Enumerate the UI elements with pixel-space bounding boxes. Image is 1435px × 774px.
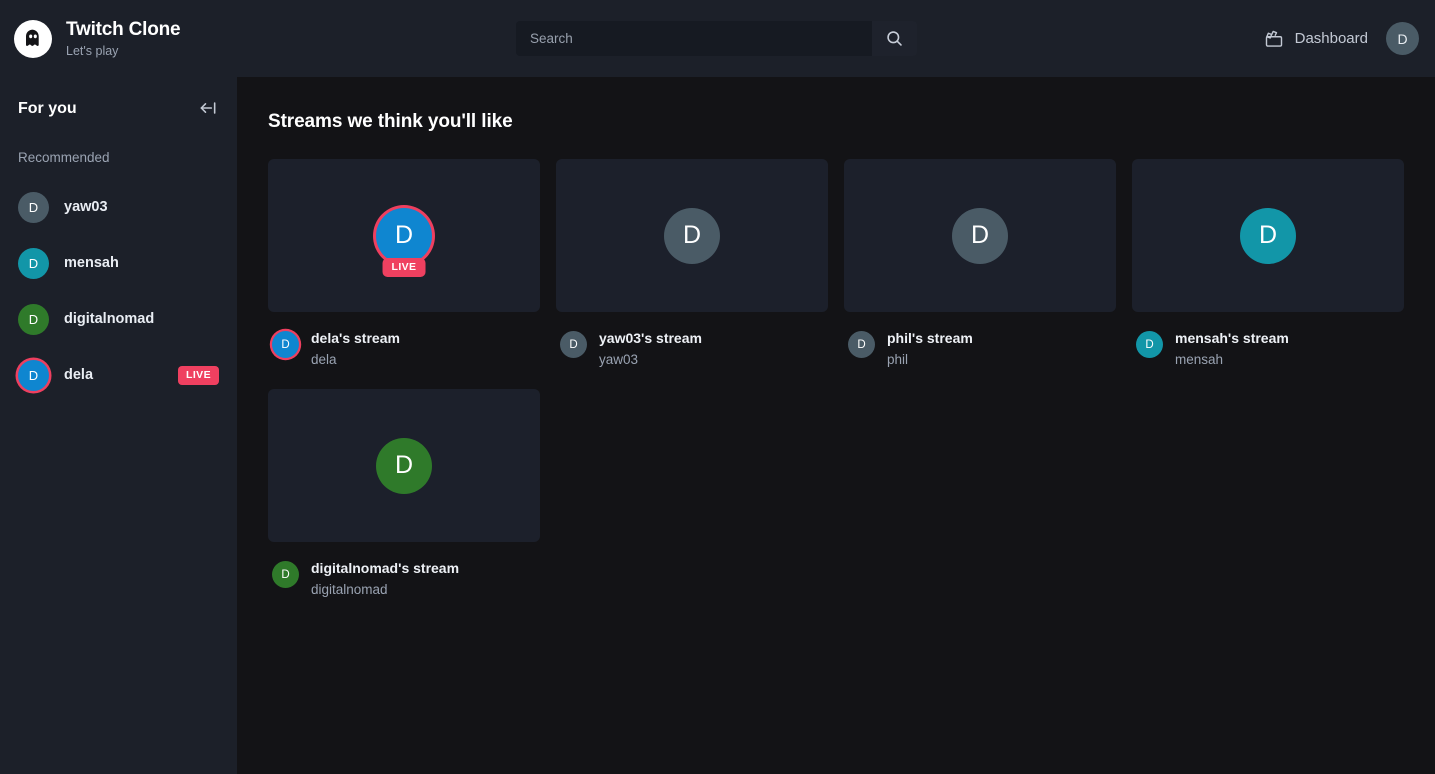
sidebar-item-label: dela — [64, 367, 93, 383]
stream-meta: D mensah's stream mensah — [1132, 312, 1404, 369]
sidebar-item-mensah[interactable]: D mensah — [0, 235, 237, 291]
stream-meta: D dela's stream dela — [268, 312, 540, 369]
stream-thumbnail[interactable]: D — [1132, 159, 1404, 312]
search-bar — [516, 21, 917, 56]
clapperboard-icon — [1264, 29, 1284, 49]
body: For you Recommended D yaw03 — [0, 77, 1435, 774]
app-root: Twitch Clone Let's play — [0, 0, 1435, 774]
stream-card-dela[interactable]: D LIVE D dela's stream dela — [268, 159, 540, 369]
stream-thumbnail[interactable]: D — [844, 159, 1116, 312]
status-badge: LIVE — [383, 258, 426, 277]
avatar: D — [272, 561, 299, 588]
stream-text: mensah's stream mensah — [1175, 329, 1289, 369]
stream-text: dela's stream dela — [311, 329, 400, 369]
stream-title: dela's stream — [311, 329, 400, 348]
app-title: Twitch Clone — [66, 19, 180, 41]
sidebar-title: For you — [18, 100, 77, 118]
sidebar: For you Recommended D yaw03 — [0, 77, 237, 774]
stream-meta: D yaw03's stream yaw03 — [556, 312, 828, 369]
avatar: D — [560, 331, 587, 358]
collapse-left-icon — [198, 99, 218, 120]
stream-username: yaw03 — [599, 351, 702, 369]
top-header: Twitch Clone Let's play — [0, 0, 1435, 77]
stream-card-phil[interactable]: D D phil's stream phil — [844, 159, 1116, 369]
search-icon — [885, 29, 904, 48]
avatar: D — [18, 304, 49, 335]
header-actions: Dashboard D — [1264, 22, 1419, 55]
sidebar-header: For you — [0, 77, 237, 120]
stream-username: dela — [311, 351, 400, 369]
stream-title: digitalnomad's stream — [311, 559, 459, 578]
collapse-sidebar-button[interactable] — [197, 98, 219, 120]
stream-meta: D digitalnomad's stream digitalnomad — [268, 542, 540, 599]
main-content: Streams we think you'll like D LIVE D de… — [237, 77, 1435, 774]
stream-card-mensah[interactable]: D D mensah's stream mensah — [1132, 159, 1404, 369]
page-title: Streams we think you'll like — [268, 111, 1435, 133]
sidebar-item-dela[interactable]: D dela LIVE — [0, 347, 237, 403]
avatar: D — [1240, 208, 1296, 264]
avatar: D — [952, 208, 1008, 264]
sidebar-item-digitalnomad[interactable]: D digitalnomad — [0, 291, 237, 347]
stream-title: yaw03's stream — [599, 329, 702, 348]
avatar: D — [18, 360, 49, 391]
stream-thumbnail[interactable]: D — [556, 159, 828, 312]
search-button[interactable] — [872, 21, 917, 56]
sidebar-item-yaw03[interactable]: D yaw03 — [0, 179, 237, 235]
stream-username: digitalnomad — [311, 581, 459, 599]
stream-thumbnail[interactable]: D LIVE — [268, 159, 540, 312]
brand-text: Twitch Clone Let's play — [66, 19, 180, 58]
avatar: D — [272, 331, 299, 358]
avatar: D — [664, 208, 720, 264]
stream-text: yaw03's stream yaw03 — [599, 329, 702, 369]
stream-text: phil's stream phil — [887, 329, 973, 369]
stream-username: phil — [887, 351, 973, 369]
search-input[interactable] — [516, 21, 872, 56]
avatar: D — [376, 438, 432, 494]
app-tagline: Let's play — [66, 44, 180, 58]
ghost-icon — [14, 20, 52, 58]
stream-username: mensah — [1175, 351, 1289, 369]
dashboard-label: Dashboard — [1295, 30, 1368, 47]
stream-thumbnail[interactable]: D — [268, 389, 540, 542]
dashboard-link[interactable]: Dashboard — [1264, 29, 1368, 49]
sidebar-item-label: yaw03 — [64, 199, 108, 215]
stream-card-digitalnomad[interactable]: D D digitalnomad's stream digitalnomad — [268, 389, 540, 599]
user-avatar[interactable]: D — [1386, 22, 1419, 55]
sidebar-section-label: Recommended — [0, 120, 237, 165]
avatar: D LIVE — [376, 208, 432, 264]
sidebar-item-label: mensah — [64, 255, 119, 271]
avatar: D — [1136, 331, 1163, 358]
stream-title: mensah's stream — [1175, 329, 1289, 348]
avatar: D — [18, 248, 49, 279]
brand[interactable]: Twitch Clone Let's play — [14, 19, 474, 58]
avatar: D — [18, 192, 49, 223]
stream-text: digitalnomad's stream digitalnomad — [311, 559, 459, 599]
stream-meta: D phil's stream phil — [844, 312, 1116, 369]
status-badge: LIVE — [178, 366, 219, 385]
stream-title: phil's stream — [887, 329, 973, 348]
sidebar-item-label: digitalnomad — [64, 311, 154, 327]
avatar: D — [848, 331, 875, 358]
sidebar-channel-list: D yaw03 D mensah D digitalnomad D dela L… — [0, 179, 237, 403]
stream-grid: D LIVE D dela's stream dela — [268, 159, 1435, 599]
stream-card-yaw03[interactable]: D D yaw03's stream yaw03 — [556, 159, 828, 369]
